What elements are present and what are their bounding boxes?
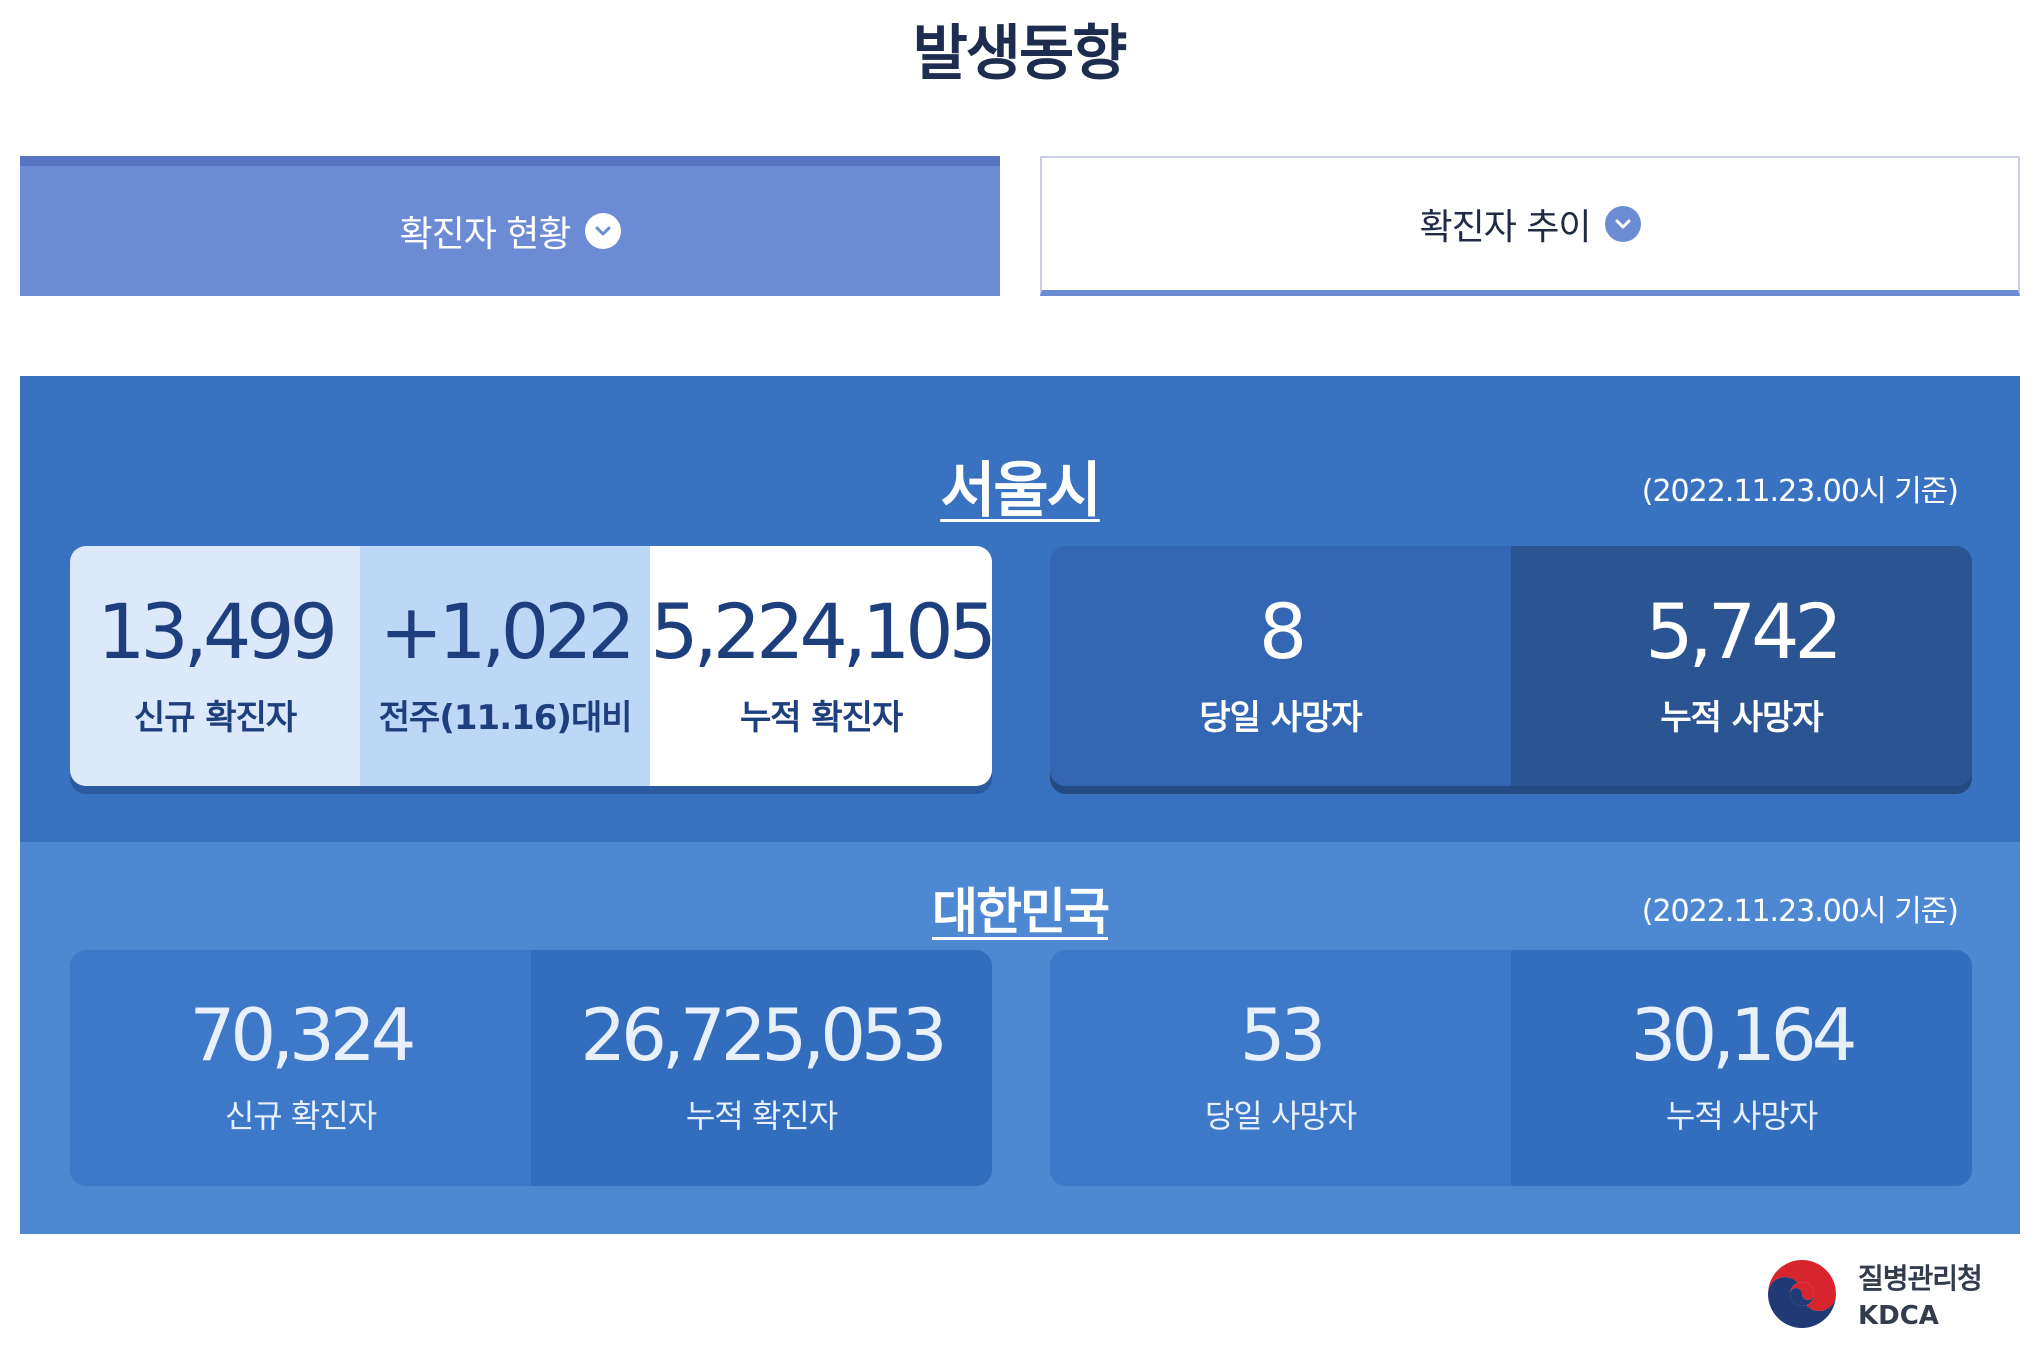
- korea-confirmed-card: 70,324 신규 확진자 26,725,053 누적 확진자: [70, 950, 992, 1186]
- korea-cumulative-deaths-value: 30,164: [1630, 993, 1858, 1077]
- seoul-region-link[interactable]: 서울시: [940, 456, 1102, 526]
- korea-new-confirmed: 70,324 신규 확진자: [70, 950, 531, 1186]
- kdca-logo: 질병관리청 KDCA: [1762, 1254, 1983, 1334]
- title-area: 발생동향: [0, 14, 2038, 94]
- seoul-cumulative-confirmed-value: 5,224,105: [650, 586, 992, 676]
- seoul-panel: 서울시 (2022.11.23.00시 기준) 13,499 신규 확진자 +1…: [20, 376, 2020, 842]
- logo-text: 질병관리청 KDCA: [1858, 1257, 1983, 1331]
- seoul-new-confirmed-label: 신규 확진자: [133, 697, 297, 738]
- seoul-confirmed-card: 13,499 신규 확진자 +1,022 전주(11.16)대비 5,224,1…: [70, 546, 992, 786]
- tab-confirmed-trend[interactable]: 확진자 추이: [1040, 156, 2020, 296]
- seoul-week-change-value: +1,022: [379, 586, 636, 676]
- korea-new-confirmed-label: 신규 확진자: [224, 1097, 377, 1135]
- korea-region-link[interactable]: 대한민국: [932, 883, 1110, 941]
- korea-cumulative-confirmed-label: 누적 확진자: [685, 1097, 838, 1135]
- seoul-cumulative-deaths-value: 5,742: [1645, 586, 1843, 676]
- korea-cumulative-deaths: 30,164 누적 사망자: [1511, 950, 1972, 1186]
- seoul-week-change-label: 전주(11.16)대비: [378, 697, 633, 738]
- seoul-deaths-today-label: 당일 사망자: [1199, 697, 1362, 738]
- seoul-deaths-today-value: 8: [1258, 586, 1307, 676]
- seoul-basis-date: (2022.11.23.00시 기준): [1641, 474, 1959, 509]
- seoul-deaths-card: 8 당일 사망자 5,742 누적 사망자: [1050, 546, 1972, 786]
- korea-cumulative-deaths-label: 누적 사망자: [1665, 1097, 1818, 1135]
- page-title-text: 발생동향: [912, 19, 1128, 89]
- korea-cumulative-confirmed-value: 26,725,053: [580, 993, 947, 1077]
- page-title: 발생동향: [896, 14, 1142, 94]
- tab-confirmed-status-label: 확진자 현황: [399, 214, 571, 255]
- korea-deaths-today: 53 당일 사망자: [1050, 950, 1511, 1186]
- seoul-cumulative-confirmed: 5,224,105 누적 확진자: [650, 546, 992, 786]
- seoul-new-confirmed-value: 13,499: [97, 586, 338, 676]
- korea-deaths-card: 53 당일 사망자 30,164 누적 사망자: [1050, 950, 1972, 1186]
- seoul-cumulative-confirmed-label: 누적 확진자: [739, 697, 903, 738]
- seoul-cumulative-deaths: 5,742 누적 사망자: [1511, 546, 1972, 786]
- korea-deaths-today-value: 53: [1239, 993, 1327, 1077]
- tab-confirmed-trend-label: 확진자 추이: [1419, 207, 1591, 248]
- korea-new-confirmed-value: 70,324: [189, 993, 417, 1077]
- korea-cumulative-confirmed: 26,725,053 누적 확진자: [531, 950, 992, 1186]
- seoul-deaths-today: 8 당일 사망자: [1050, 546, 1511, 786]
- seoul-cumulative-deaths-label: 누적 사망자: [1660, 697, 1823, 738]
- logo-name-ko: 질병관리청: [1858, 1262, 1983, 1295]
- korea-panel: 대한민국 (2022.11.23.00시 기준) 70,324 신규 확진자 2…: [20, 842, 2020, 1234]
- taegeuk-emblem-icon: [1766, 1258, 1838, 1330]
- chevron-down-icon: [584, 213, 621, 249]
- logo-name-en: KDCA: [1858, 1301, 1939, 1331]
- covid-status-page: 발생동향 확진자 현황 확진자 추이 서울시 (2022.11.23.00시 기…: [0, 0, 2038, 1354]
- tab-confirmed-status[interactable]: 확진자 현황: [20, 156, 1000, 296]
- korea-basis-date: (2022.11.23.00시 기준): [1641, 894, 1959, 929]
- chevron-down-icon: [1604, 206, 1641, 242]
- korea-deaths-today-label: 당일 사망자: [1204, 1097, 1357, 1135]
- seoul-week-change: +1,022 전주(11.16)대비: [360, 546, 651, 786]
- seoul-new-confirmed: 13,499 신규 확진자: [70, 546, 361, 786]
